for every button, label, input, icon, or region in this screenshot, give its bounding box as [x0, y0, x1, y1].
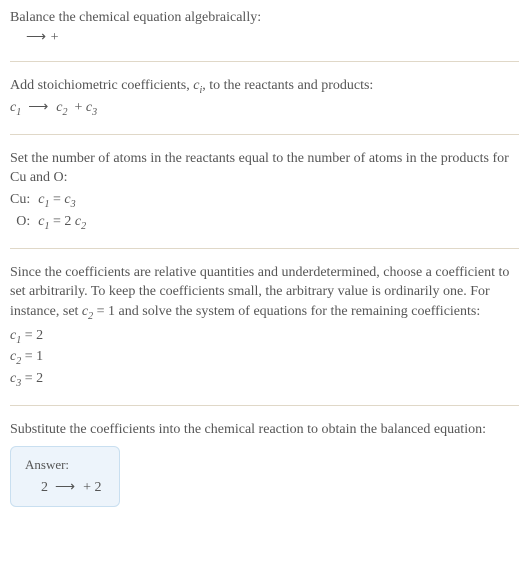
- answer-label: Answer:: [25, 457, 101, 473]
- coeff-equation: c1 ⟶ c2 + c3: [10, 98, 519, 120]
- add-coeff-text: Add stoichiometric coefficients, ci, to …: [10, 76, 519, 98]
- atom-row-cu: Cu: c1 = c3: [10, 190, 86, 212]
- divider: [10, 134, 519, 135]
- section-substitute: Substitute the coefficients into the che…: [10, 420, 519, 507]
- section-set-atoms: Set the number of atoms in the reactants…: [10, 149, 519, 234]
- coefficient-item: c3 = 2: [10, 369, 519, 391]
- divider: [10, 61, 519, 62]
- arrow-symbol: ⟶: [28, 100, 49, 115]
- atom-equation: c1 = 2 c2: [38, 212, 86, 234]
- coefficient-item: c1 = 2: [10, 326, 519, 348]
- divider: [10, 405, 519, 406]
- answer-equation: 2 ⟶ + 2: [25, 479, 101, 496]
- atom-equation: c1 = c3: [38, 190, 86, 212]
- intro-line-1: Balance the chemical equation algebraica…: [10, 8, 519, 28]
- atom-row-o: O: c1 = 2 c2: [10, 212, 86, 234]
- intro-equation: ⟶ +: [10, 28, 519, 48]
- solve-text: Since the coefficients are relative quan…: [10, 263, 519, 324]
- substitute-text: Substitute the coefficients into the che…: [10, 420, 519, 440]
- atom-label: O:: [10, 212, 38, 234]
- arrow-symbol: ⟶: [55, 480, 76, 495]
- atom-label: Cu:: [10, 190, 38, 212]
- arrow-symbol: ⟶: [26, 30, 47, 45]
- section-balance-intro: Balance the chemical equation algebraica…: [10, 8, 519, 47]
- plus-symbol: +: [51, 30, 59, 45]
- section-add-coefficients: Add stoichiometric coefficients, ci, to …: [10, 76, 519, 120]
- section-solve: Since the coefficients are relative quan…: [10, 263, 519, 391]
- divider: [10, 248, 519, 249]
- answer-box: Answer: 2 ⟶ + 2: [10, 446, 120, 507]
- coefficient-list: c1 = 2 c2 = 1 c3 = 2: [10, 326, 519, 391]
- coefficient-item: c2 = 1: [10, 347, 519, 369]
- atom-equations-table: Cu: c1 = c3 O: c1 = 2 c2: [10, 190, 86, 234]
- set-atoms-text: Set the number of atoms in the reactants…: [10, 149, 519, 188]
